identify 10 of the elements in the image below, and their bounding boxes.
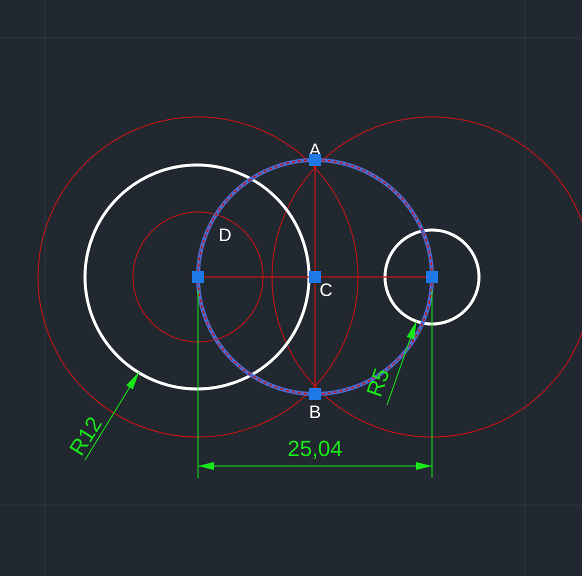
grip-handle[interactable] xyxy=(309,154,321,166)
point-label: C xyxy=(320,280,332,300)
dimension-text: R5 xyxy=(361,365,394,400)
point-label: B xyxy=(309,402,321,422)
grip-handle[interactable] xyxy=(309,388,321,400)
dimension-text: 25,04 xyxy=(287,436,343,461)
grip-handle[interactable] xyxy=(309,271,321,283)
point-label: D xyxy=(218,225,232,245)
grip-handle[interactable] xyxy=(192,271,204,283)
grip-handle[interactable] xyxy=(426,271,438,283)
